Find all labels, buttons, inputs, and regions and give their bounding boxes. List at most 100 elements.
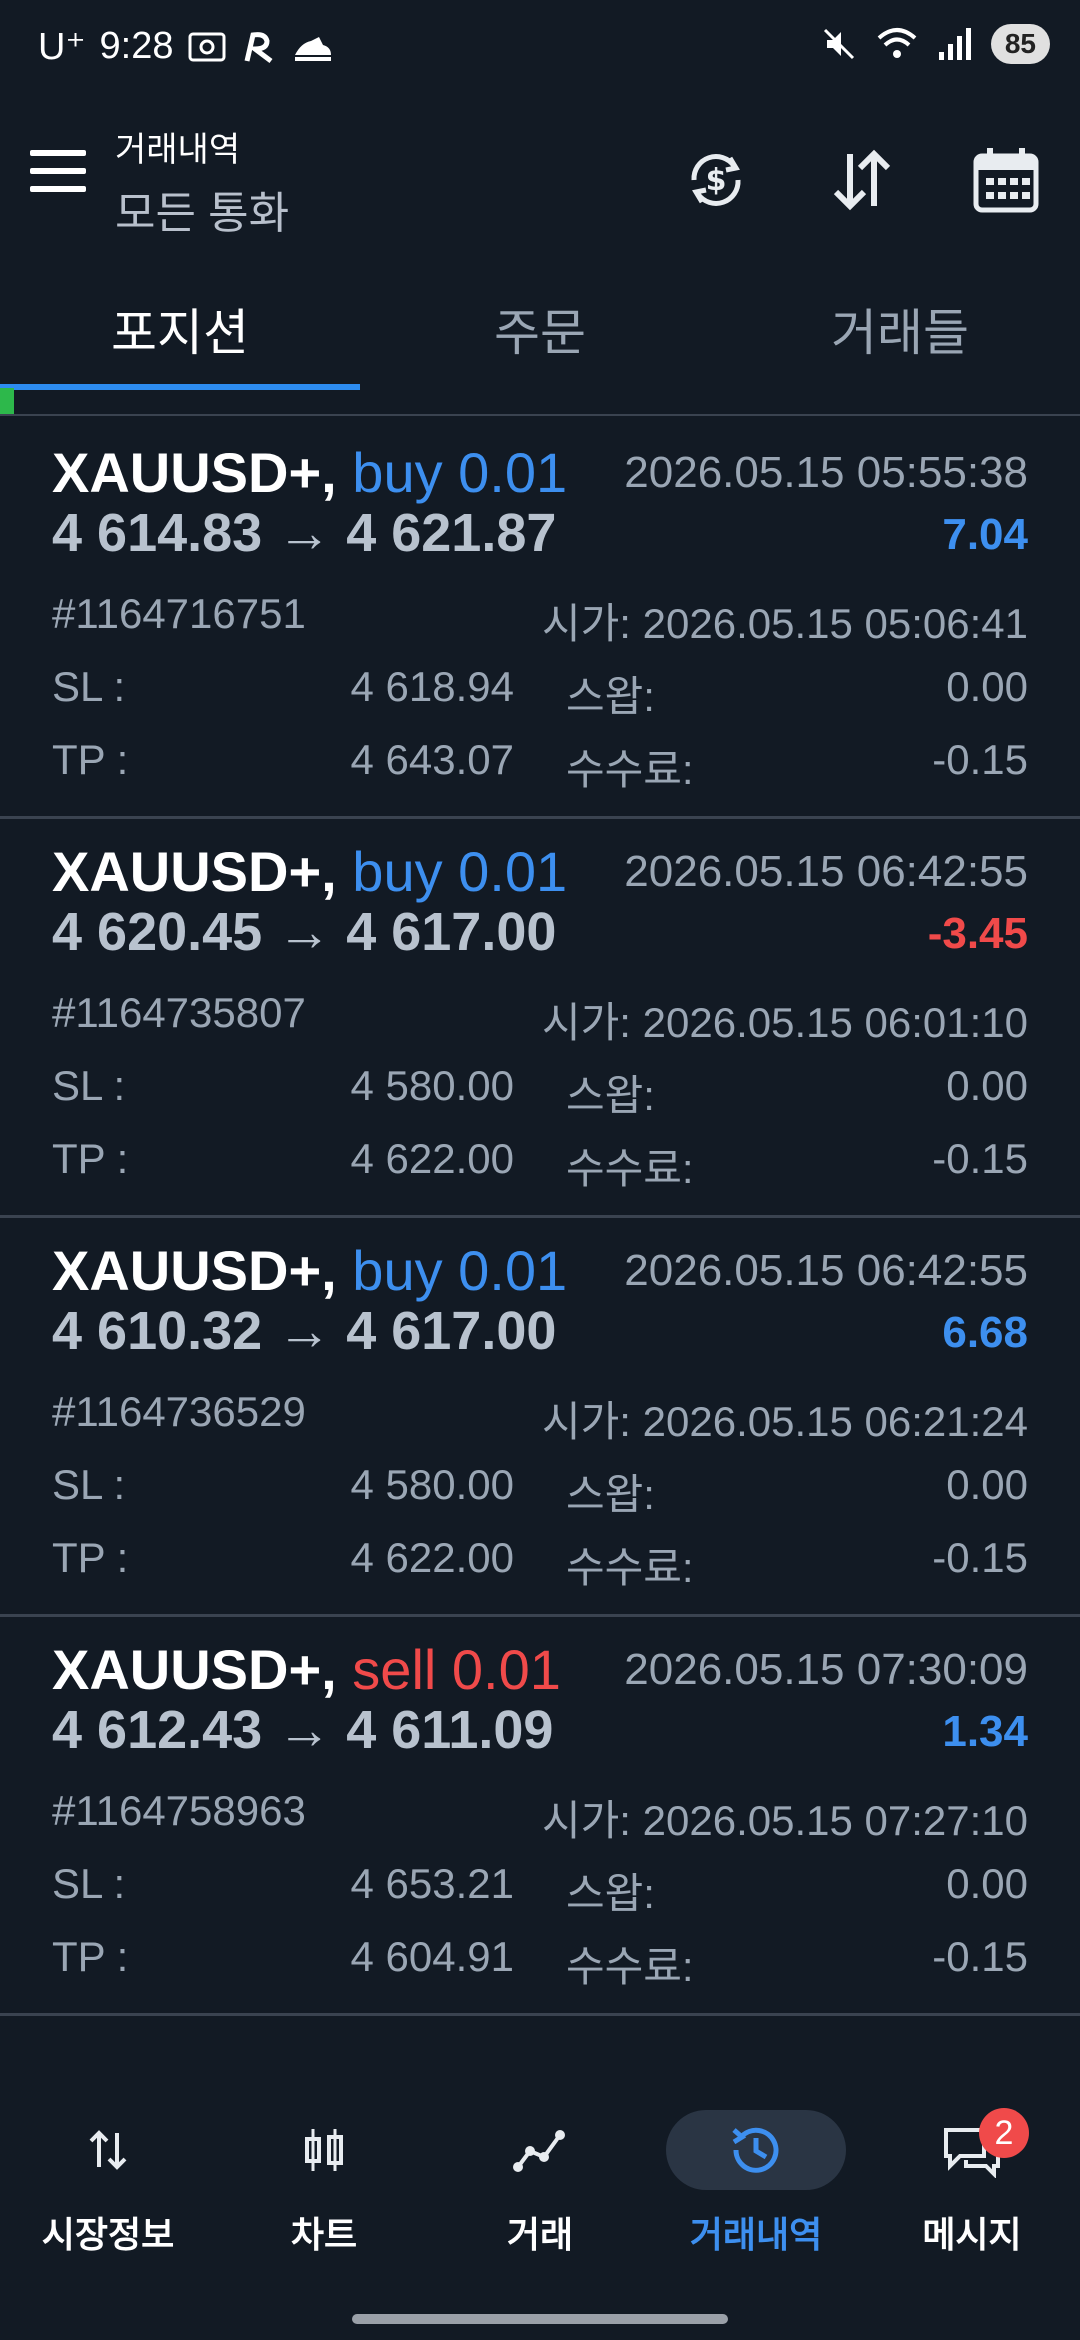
nav-history[interactable]: 거래내역	[648, 2090, 864, 2270]
menu-icon[interactable]	[30, 150, 86, 200]
candlestick-icon	[269, 2110, 379, 2190]
page-title: 모든 통화	[115, 189, 290, 238]
calendar-icon[interactable]	[970, 144, 1042, 216]
symbol: XAUUSD+,	[52, 840, 337, 903]
nav-label: 거래내역	[689, 2214, 823, 2255]
price-range: 4 614.83 → 4 621.87	[52, 503, 557, 563]
status-right: 85	[821, 24, 1050, 64]
sl-value: 4 580.00	[350, 1461, 515, 1508]
symbol: XAUUSD+,	[52, 1638, 337, 1701]
status-bar: U⁺ 9:28 85	[0, 0, 1080, 100]
profit-value: -3.45	[927, 909, 1028, 958]
position-row[interactable]: XAUUSD+, buy 0.01 2026.05.15 05:55:38 4 …	[0, 418, 1080, 819]
close-time: 2026.05.15 05:55:38	[624, 448, 1028, 497]
open-time: 시가: 2026.05.15 07:27:10	[542, 1797, 1028, 1844]
home-indicator[interactable]	[352, 2314, 728, 2324]
tp-value: 4 604.91	[350, 1933, 515, 1980]
profit-value: 1.34	[942, 1707, 1028, 1756]
sl-value: 4 580.00	[350, 1062, 515, 1109]
side-volume: buy 0.01	[352, 441, 568, 504]
tab-orders[interactable]: 주문	[360, 275, 720, 390]
top-app-bar: 거래내역 모든 통화 $	[0, 110, 1080, 240]
position-title: XAUUSD+, buy 0.01	[52, 440, 567, 505]
ticket-number: #1164758963	[52, 1787, 306, 1834]
status-left: U⁺ 9:28	[38, 24, 335, 69]
side-volume: sell 0.01	[352, 1638, 561, 1701]
ticket-number: #1164716751	[52, 590, 306, 637]
nav-label: 거래	[506, 2214, 574, 2255]
close-time: 2026.05.15 06:42:55	[624, 1246, 1028, 1295]
sl-value: 4 618.94	[350, 663, 515, 710]
title-block[interactable]: 거래내역 모든 통화	[115, 122, 289, 241]
scroll-indicator	[0, 388, 14, 414]
page-subtitle: 거래내역	[115, 131, 241, 169]
tab-deals[interactable]: 거래들	[720, 275, 1080, 390]
position-row[interactable]: XAUUSD+, sell 0.01 2026.05.15 07:30:09 4…	[0, 1615, 1080, 2016]
swap-label: 스왑:	[566, 1072, 655, 1119]
side-volume: buy 0.01	[352, 1239, 568, 1302]
tp-value: 4 622.00	[350, 1534, 515, 1581]
swap-label: 스왑:	[566, 1471, 655, 1518]
updown-arrows-icon	[53, 2110, 163, 2190]
tp-value: 4 622.00	[350, 1135, 515, 1182]
commission-label: 수수료:	[566, 1544, 694, 1591]
carrier-label: U⁺	[38, 26, 86, 68]
swap-label: 스왑:	[566, 673, 655, 720]
position-row[interactable]: XAUUSD+, buy 0.01 2026.05.15 06:42:55 4 …	[0, 1216, 1080, 1617]
side-volume: buy 0.01	[352, 840, 568, 903]
sl-label: SL :	[52, 663, 126, 710]
commission-value: -0.15	[932, 1933, 1028, 1980]
swap-value: 0.00	[946, 663, 1028, 710]
tp-label: TP :	[52, 1933, 129, 1980]
bottom-navigation: 시장정보 차트 거래 거래내역 2 메시지	[0, 2090, 1080, 2270]
currency-exchange-icon[interactable]: $	[680, 144, 752, 216]
commission-label: 수수료:	[566, 746, 694, 793]
position-title: XAUUSD+, sell 0.01	[52, 1637, 561, 1702]
sl-label: SL :	[52, 1062, 126, 1109]
tp-label: TP :	[52, 1534, 129, 1581]
profit-value: 7.04	[942, 510, 1028, 559]
symbol: XAUUSD+,	[52, 441, 337, 504]
sl-value: 4 653.21	[350, 1860, 515, 1907]
notification-badge: 2	[979, 2108, 1029, 2158]
swap-value: 0.00	[946, 1062, 1028, 1109]
tp-label: TP :	[52, 1135, 129, 1182]
commission-label: 수수료:	[566, 1943, 694, 1990]
nav-trade[interactable]: 거래	[432, 2090, 648, 2270]
swap-value: 0.00	[946, 1860, 1028, 1907]
tab-divider	[0, 414, 1080, 416]
trade-line-icon	[485, 2110, 595, 2190]
app-r-icon	[241, 29, 277, 65]
commission-value: -0.15	[932, 1534, 1028, 1581]
swap-value: 0.00	[946, 1461, 1028, 1508]
price-range: 4 610.32 → 4 617.00	[52, 1301, 557, 1361]
clock: 9:28	[99, 25, 174, 67]
tp-value: 4 643.07	[350, 736, 515, 783]
signal-icon	[937, 26, 973, 62]
app-shoe-icon	[291, 29, 335, 65]
wifi-icon	[875, 26, 919, 62]
commission-value: -0.15	[932, 736, 1028, 783]
position-row[interactable]: XAUUSD+, buy 0.01 2026.05.15 06:42:55 4 …	[0, 817, 1080, 1218]
svg-text:$: $	[706, 163, 727, 198]
screenshot-icon	[187, 29, 227, 65]
ticket-number: #1164735807	[52, 989, 306, 1036]
open-time: 시가: 2026.05.15 05:06:41	[542, 600, 1028, 647]
mute-icon	[821, 26, 857, 62]
nav-quotes[interactable]: 시장정보	[0, 2090, 216, 2270]
sl-label: SL :	[52, 1461, 126, 1508]
price-range: 4 612.43 → 4 611.09	[52, 1700, 554, 1760]
tab-bar: 포지션 주문 거래들	[0, 275, 1080, 390]
nav-messages[interactable]: 2 메시지	[864, 2090, 1080, 2270]
open-time: 시가: 2026.05.15 06:21:24	[542, 1398, 1028, 1445]
nav-label: 차트	[290, 2214, 358, 2255]
close-time: 2026.05.15 07:30:09	[624, 1645, 1028, 1694]
symbol: XAUUSD+,	[52, 1239, 337, 1302]
sort-icon[interactable]	[826, 144, 898, 216]
nav-chart[interactable]: 차트	[216, 2090, 432, 2270]
nav-label: 메시지	[922, 2214, 1022, 2255]
sl-label: SL :	[52, 1860, 126, 1907]
tab-positions[interactable]: 포지션	[0, 275, 360, 390]
commission-label: 수수료:	[566, 1145, 694, 1192]
history-icon	[666, 2110, 846, 2190]
